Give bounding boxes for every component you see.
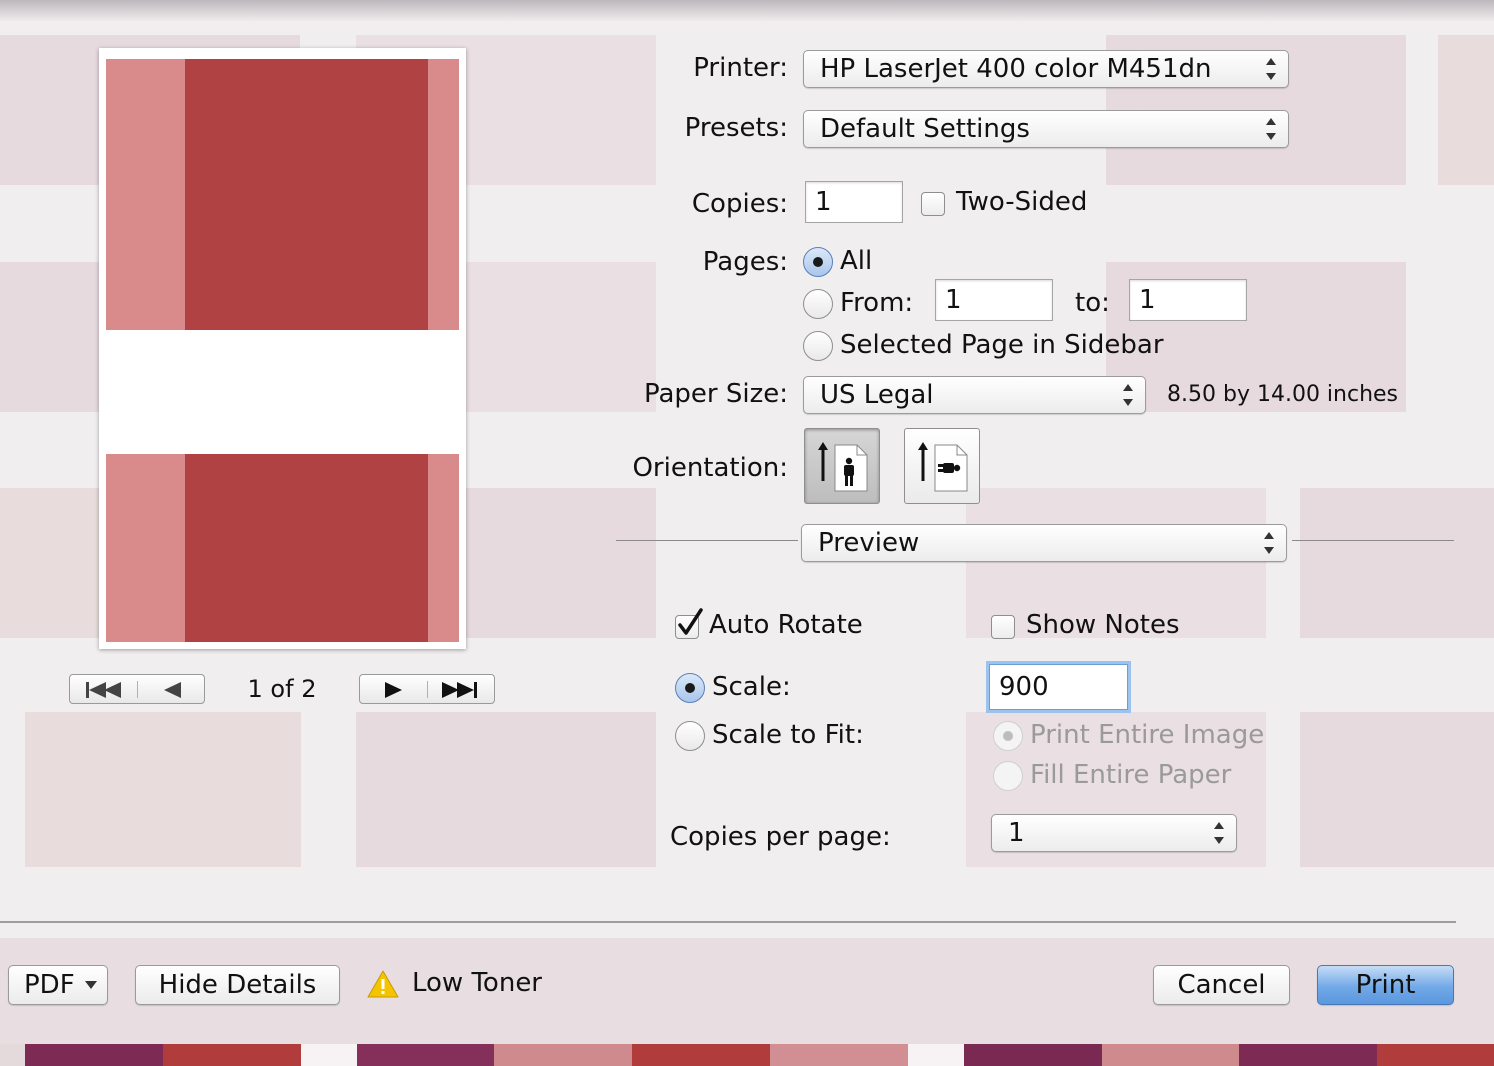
two-sided-checkbox[interactable] — [921, 192, 945, 216]
popup-arrows-icon — [1266, 58, 1276, 80]
print-entire-image-radio[interactable] — [993, 721, 1023, 751]
section-popup[interactable]: Preview — [801, 524, 1287, 562]
copies-per-page-value: 1 — [1008, 818, 1025, 848]
paper-size-value: US Legal — [820, 380, 934, 410]
print-entire-image-label: Print Entire Image — [1030, 720, 1265, 750]
show-notes-checkbox[interactable] — [991, 615, 1015, 639]
pages-from-input[interactable]: 1 — [935, 279, 1053, 321]
landscape-orientation-icon — [918, 442, 968, 492]
scale-radio[interactable] — [675, 673, 705, 703]
bottom-divider — [0, 921, 1456, 923]
copies-label: Copies: — [691, 189, 788, 219]
print-button[interactable]: Print — [1317, 965, 1454, 1005]
hide-details-button[interactable]: Hide Details — [135, 965, 340, 1005]
pages-all-label: All — [840, 246, 873, 276]
pages-selected-label: Selected Page in Sidebar — [840, 330, 1164, 360]
popup-arrows-icon — [1266, 118, 1276, 140]
popup-arrows-icon — [1123, 384, 1133, 406]
scale-to-fit-radio[interactable] — [675, 721, 705, 751]
presets-value: Default Settings — [820, 114, 1030, 144]
auto-rotate-label: Auto Rotate — [709, 610, 863, 640]
next-page-icon[interactable] — [384, 681, 404, 699]
presets-label: Presets: — [684, 113, 788, 143]
section-divider-right — [1292, 540, 1454, 541]
first-page-icon[interactable] — [86, 681, 124, 699]
copies-per-page-popup[interactable]: 1 — [991, 814, 1237, 852]
show-notes-label: Show Notes — [1026, 610, 1180, 640]
printer-value: HP LaserJet 400 color M451dn — [820, 54, 1212, 84]
section-popup-value: Preview — [818, 528, 920, 558]
preview-image-top — [106, 59, 459, 330]
paper-size-popup[interactable]: US Legal — [803, 376, 1146, 414]
preview-image-bottom — [106, 454, 459, 642]
printer-popup[interactable]: HP LaserJet 400 color M451dn — [803, 50, 1289, 88]
copies-input[interactable]: 1 — [805, 181, 903, 223]
presets-popup[interactable]: Default Settings — [803, 110, 1289, 148]
pdf-menu-button[interactable]: PDF — [8, 965, 108, 1005]
pdf-label: PDF — [24, 970, 75, 1000]
fill-entire-paper-label: Fill Entire Paper — [1030, 760, 1232, 790]
page-indicator: 1 of 2 — [247, 675, 317, 703]
auto-rotate-checkbox[interactable] — [675, 608, 703, 639]
orientation-landscape-button[interactable] — [904, 428, 980, 504]
copies-per-page-label: Copies per page: — [670, 822, 891, 852]
pages-label: Pages: — [702, 247, 788, 277]
portrait-orientation-icon — [818, 442, 868, 492]
popup-arrows-icon — [1264, 532, 1274, 554]
warning-icon — [367, 970, 399, 998]
paper-size-dimensions: 8.50 by 14.00 inches — [1167, 382, 1399, 407]
chevron-down-icon — [85, 981, 97, 989]
scale-label: Scale: — [712, 672, 791, 702]
printer-label: Printer: — [693, 53, 788, 83]
scale-input[interactable]: 900 — [989, 664, 1128, 710]
fill-entire-paper-radio[interactable] — [993, 761, 1023, 791]
checkmark-icon — [678, 608, 703, 635]
page-nav-back[interactable] — [69, 674, 205, 704]
paper-size-label: Paper Size: — [643, 379, 788, 409]
popup-arrows-icon — [1214, 822, 1224, 844]
page-nav-forward[interactable] — [359, 674, 495, 704]
pages-to-input[interactable]: 1 — [1129, 279, 1247, 321]
orientation-portrait-button[interactable] — [804, 428, 880, 504]
pages-all-radio[interactable] — [803, 247, 833, 277]
pages-from-label: From: — [840, 288, 914, 318]
two-sided-label: Two-Sided — [956, 187, 1088, 217]
orientation-label: Orientation: — [632, 453, 788, 483]
section-divider-left — [616, 540, 798, 541]
pages-selected-radio[interactable] — [803, 331, 833, 361]
pages-from-radio[interactable] — [803, 289, 833, 319]
pages-to-label: to: — [1075, 288, 1110, 318]
page-preview — [99, 48, 466, 649]
cancel-button[interactable]: Cancel — [1153, 965, 1290, 1005]
warning-text: Low Toner — [412, 968, 542, 998]
previous-page-icon[interactable] — [162, 681, 182, 699]
last-page-icon[interactable] — [442, 681, 480, 699]
scale-to-fit-label: Scale to Fit: — [712, 720, 864, 750]
